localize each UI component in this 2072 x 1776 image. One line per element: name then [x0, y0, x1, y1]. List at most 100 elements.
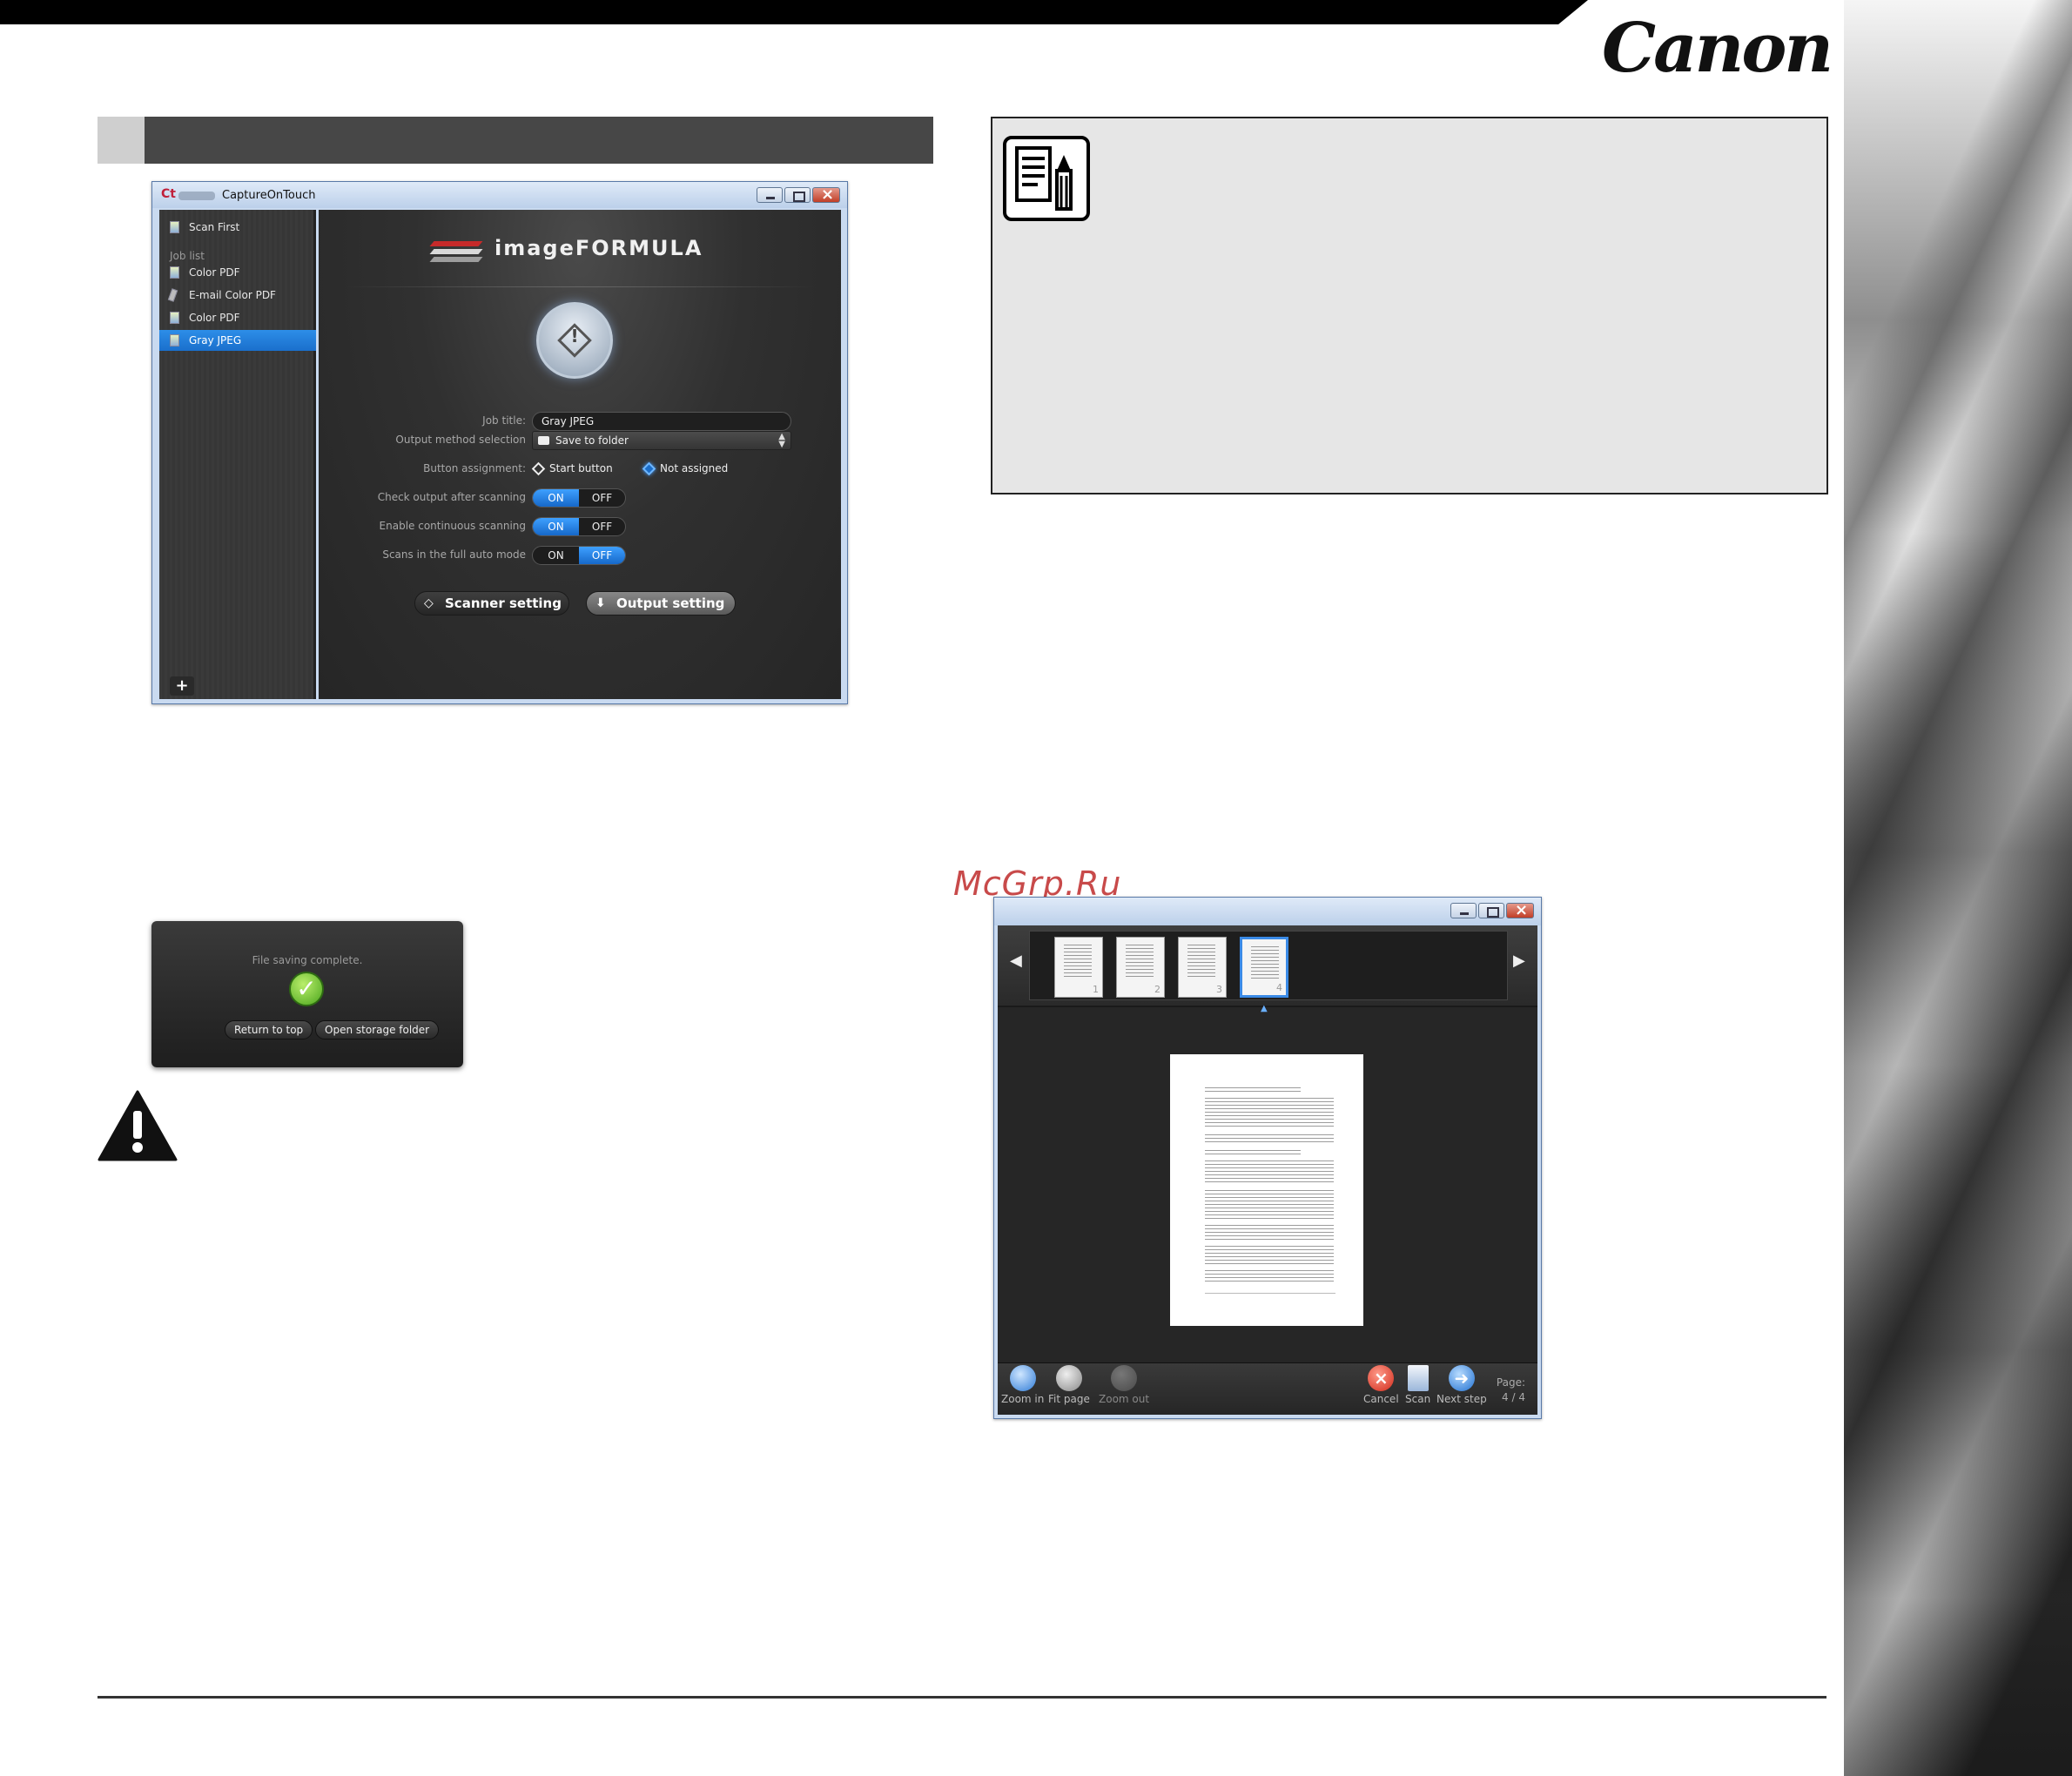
scan-document-icon [1407, 1365, 1429, 1391]
maximize-button[interactable] [1478, 903, 1504, 918]
sidebar-item-label: Scan First [189, 221, 240, 233]
diamond-radio-icon [531, 461, 546, 476]
start-symbol: ! [570, 326, 579, 346]
job-sidebar: Scan First Job list Color PDF E-mail Col… [159, 210, 316, 699]
output-method-label: Output method selection [395, 434, 526, 446]
cancel-button[interactable]: × Cancel [1363, 1365, 1399, 1405]
button-label: Scanner setting [445, 595, 562, 611]
sidebar-item-color-pdf[interactable]: Color PDF [159, 262, 316, 283]
header-bar [0, 0, 1588, 24]
button-label: Output setting [616, 595, 725, 611]
toggle-off[interactable]: OFF [579, 489, 625, 507]
job-icon [170, 334, 179, 346]
radio-label: Not assigned [660, 462, 729, 474]
sidebar-item-label: Color PDF [189, 266, 240, 279]
toggle-off[interactable]: OFF [579, 518, 625, 535]
decorative-side-graphic [1844, 0, 2072, 1776]
banner-text: imageFORMULA [494, 236, 703, 260]
return-to-top-button[interactable]: Return to top [225, 1020, 313, 1039]
page-label: Page: [1496, 1376, 1525, 1389]
thumbnail-page[interactable]: 2 [1116, 937, 1165, 998]
output-method-select[interactable]: Save to folder ▲ ▼ [532, 431, 791, 450]
full-auto-toggle[interactable]: ON OFF [532, 546, 626, 565]
check-output-toggle[interactable]: ON OFF [532, 488, 626, 508]
app-icon: Ct [161, 187, 176, 201]
open-storage-folder-button[interactable]: Open storage folder [315, 1020, 440, 1039]
job-title-input[interactable]: Gray JPEG [532, 412, 791, 431]
page-preview[interactable] [1170, 1054, 1363, 1326]
window-titlebar[interactable] [994, 898, 1541, 925]
section-heading-bar [98, 117, 933, 164]
sidebar-item-color-pdf-2[interactable]: Color PDF [159, 307, 316, 328]
sidebar-item-label: Gray JPEG [189, 334, 242, 346]
scanner-setting-button[interactable]: ◇ Scanner setting [414, 591, 569, 616]
scan-viewer-window: ◀ 1 2 3 4 ▶ ▲ Zoom in [993, 897, 1542, 1419]
folder-icon [538, 436, 549, 445]
selected-pointer-icon: ▲ [1261, 1004, 1268, 1013]
scan-button[interactable]: Scan [1405, 1365, 1430, 1405]
close-button[interactable] [1506, 901, 1534, 919]
thumbnail-page[interactable]: 1 [1054, 937, 1103, 998]
captureontouch-window: Ct CaptureOnTouch Scan First Job list Co… [151, 181, 848, 704]
job-list-heading: Job list [170, 250, 205, 262]
window-controls [1450, 901, 1534, 919]
toggle-on[interactable]: ON [533, 489, 579, 507]
scan-first-icon [170, 221, 179, 233]
paperclip-icon [167, 288, 178, 302]
thumbnail-page-selected[interactable]: 4 [1240, 937, 1288, 998]
not-assigned-radio[interactable]: Not assigned [642, 461, 729, 476]
toggle-on[interactable]: ON [533, 518, 579, 535]
window-title: CaptureOnTouch [222, 189, 316, 202]
page-value: 4 / 4 [1502, 1391, 1525, 1403]
viewer-toolbar: Zoom in Fit page Zoom out × Cancel Scan … [998, 1362, 1537, 1415]
zoom-out-button[interactable]: Zoom out [1099, 1365, 1149, 1405]
thumbnail-strip: ◀ 1 2 3 4 ▶ [998, 925, 1537, 1007]
next-step-button[interactable]: ➜ Next step [1436, 1365, 1487, 1405]
continuous-scanning-label: Enable continuous scanning [379, 520, 526, 532]
note-pencil-icon [1003, 136, 1090, 221]
previous-thumbnails-icon[interactable]: ◀ [1010, 952, 1022, 970]
start-button-radio[interactable]: Start button [531, 461, 613, 476]
window-controls [757, 185, 840, 204]
diamond-icon: ◇ [424, 596, 434, 610]
minimize-button[interactable] [1450, 903, 1477, 918]
banner-divider [345, 286, 815, 287]
sidebar-item-scan-first[interactable]: Scan First [159, 217, 316, 238]
next-thumbnails-icon[interactable]: ▶ [1513, 952, 1525, 970]
sidebar-item-gray-jpeg[interactable]: Gray JPEG [159, 330, 316, 351]
output-setting-button[interactable]: ⬇ Output setting [586, 591, 736, 616]
minimize-button[interactable] [757, 187, 783, 203]
start-scan-button[interactable]: ! [536, 302, 613, 379]
radio-label: Start button [549, 462, 613, 474]
add-job-button[interactable]: + [170, 676, 194, 696]
download-arrow-icon: ⬇ [595, 596, 606, 610]
maximize-button[interactable] [784, 187, 811, 203]
button-assignment-label: Button assignment: [423, 462, 526, 474]
canon-logo: Canon [1602, 9, 1833, 88]
zoom-in-button[interactable]: Zoom in [1001, 1365, 1044, 1405]
next-arrow-icon: ➜ [1448, 1365, 1475, 1391]
continuous-scanning-toggle[interactable]: ON OFF [532, 517, 626, 536]
file-saving-dialog: File saving complete. ✓ Return to top Op… [151, 921, 463, 1067]
note-box [991, 117, 1828, 494]
zoom-in-icon [1009, 1365, 1036, 1391]
checkmark-icon: ✓ [289, 972, 324, 1006]
job-settings-panel: imageFORMULA ! Job title: Gray JPEG Outp… [319, 210, 841, 699]
imageformula-logo-icon [429, 238, 483, 266]
window-titlebar[interactable]: Ct CaptureOnTouch [152, 182, 847, 208]
toggle-off[interactable]: OFF [579, 547, 625, 564]
diamond-radio-icon [642, 461, 656, 476]
page-indicator: Page: 4 / 4 [1497, 1376, 1525, 1405]
footer-rule [98, 1696, 1826, 1699]
output-method-value: Save to folder [555, 434, 629, 447]
thumbnail-page[interactable]: 3 [1178, 937, 1227, 998]
full-auto-label: Scans in the full auto mode [382, 548, 526, 561]
close-button[interactable] [812, 185, 840, 204]
dialog-message: File saving complete. [252, 954, 363, 966]
fit-page-icon [1055, 1365, 1082, 1391]
toggle-on[interactable]: ON [533, 547, 579, 564]
sidebar-item-email-color-pdf[interactable]: E-mail Color PDF [159, 285, 316, 306]
viewer-body: ◀ 1 2 3 4 ▶ ▲ Zoom in Fit page Zoom out … [998, 925, 1537, 1415]
sidebar-item-label: Color PDF [189, 312, 240, 324]
fit-page-button[interactable]: Fit page [1048, 1365, 1090, 1405]
